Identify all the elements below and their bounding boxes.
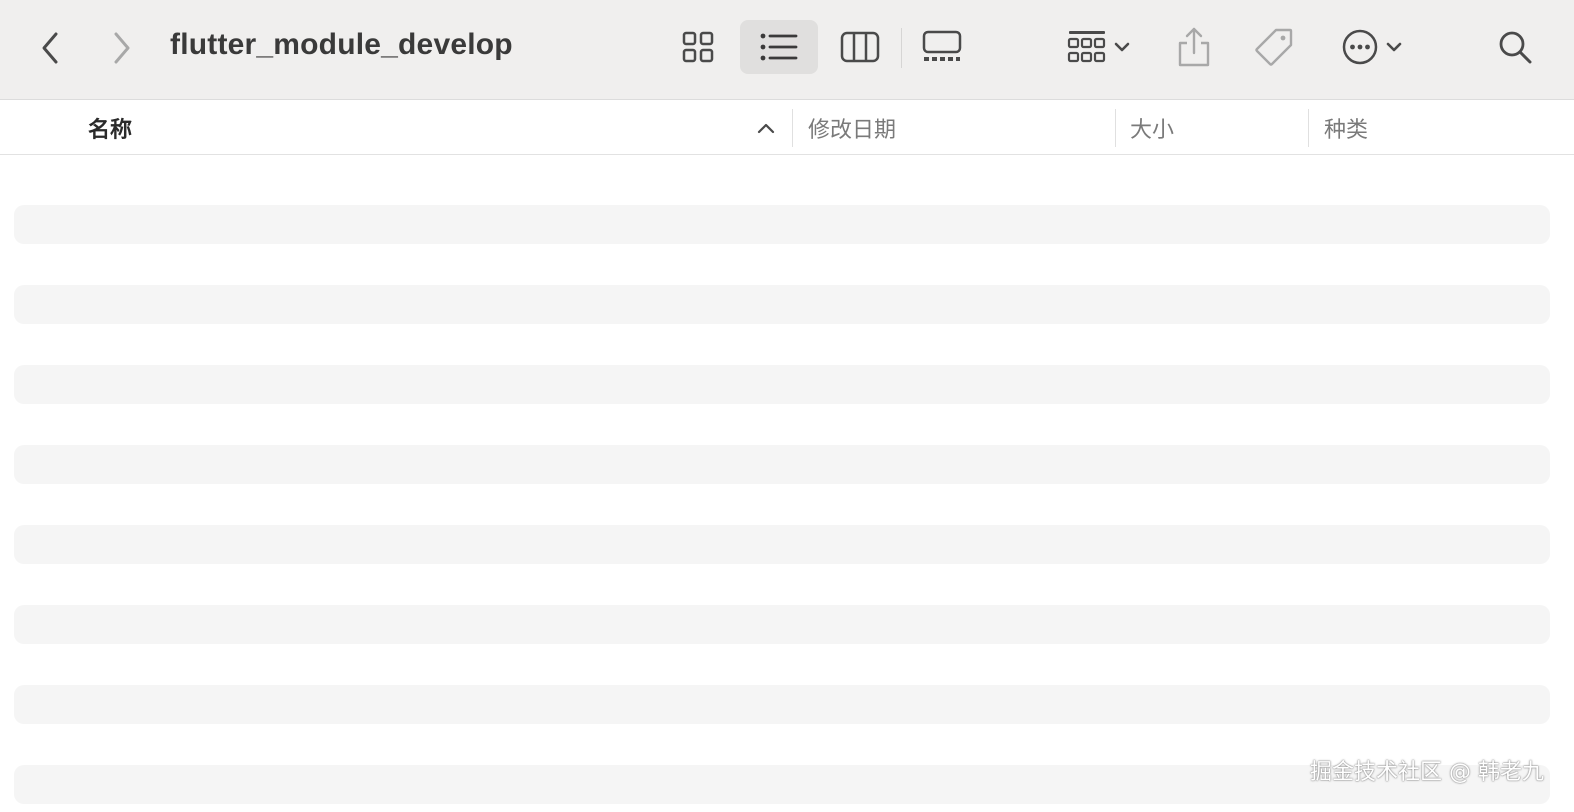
window-title: flutter_module_develop [170, 28, 513, 61]
gallery-view-button[interactable] [904, 20, 980, 74]
search-button[interactable] [1490, 22, 1540, 72]
list-row [14, 285, 1550, 324]
column-size-header[interactable]: 大小 [1130, 101, 1174, 155]
icon-view-button[interactable] [660, 20, 736, 74]
column-view-button[interactable] [822, 20, 898, 74]
list-row [14, 685, 1550, 724]
tag-icon [1255, 28, 1293, 66]
column-kind-header[interactable]: 种类 [1324, 101, 1368, 155]
list-view-button[interactable] [740, 20, 818, 74]
watermark: 掘金技术社区 @ 韩老九 [1310, 760, 1544, 785]
list-row [14, 205, 1550, 244]
list-row [14, 365, 1550, 404]
column-divider[interactable] [1115, 109, 1116, 147]
grid-icon [682, 31, 714, 63]
list-icon [760, 33, 798, 61]
search-icon [1499, 31, 1532, 64]
back-button[interactable] [28, 26, 72, 70]
ellipsis-circle-icon [1342, 29, 1378, 65]
column-divider[interactable] [1308, 109, 1309, 147]
list-row [14, 445, 1550, 484]
list-row [14, 525, 1550, 564]
columns-icon [840, 31, 880, 63]
group-grid-icon [1067, 31, 1106, 63]
list-row [14, 605, 1550, 644]
finder-window: flutter_module_develop 名称 修改日期 大小 种类 掘金技… [0, 0, 1574, 812]
group-button[interactable] [1058, 20, 1140, 74]
chevron-down-icon [1386, 42, 1402, 52]
chevron-right-icon [114, 32, 130, 64]
toolbar: flutter_module_develop [0, 0, 1574, 100]
toolbar-divider [901, 28, 902, 68]
column-divider[interactable] [792, 109, 793, 147]
column-date-header[interactable]: 修改日期 [808, 101, 896, 155]
file-list[interactable] [0, 156, 1574, 812]
forward-button[interactable] [100, 26, 144, 70]
sort-ascending-icon[interactable] [756, 119, 776, 137]
share-icon [1178, 27, 1210, 67]
column-header: 名称 修改日期 大小 种类 [0, 101, 1574, 155]
share-button[interactable] [1168, 20, 1220, 74]
gallery-icon [922, 30, 962, 61]
column-name-header[interactable]: 名称 [88, 101, 132, 155]
chevron-left-icon [42, 32, 58, 64]
chevron-down-icon [1114, 42, 1130, 52]
tag-button[interactable] [1248, 20, 1300, 74]
more-actions-button[interactable] [1330, 20, 1414, 74]
